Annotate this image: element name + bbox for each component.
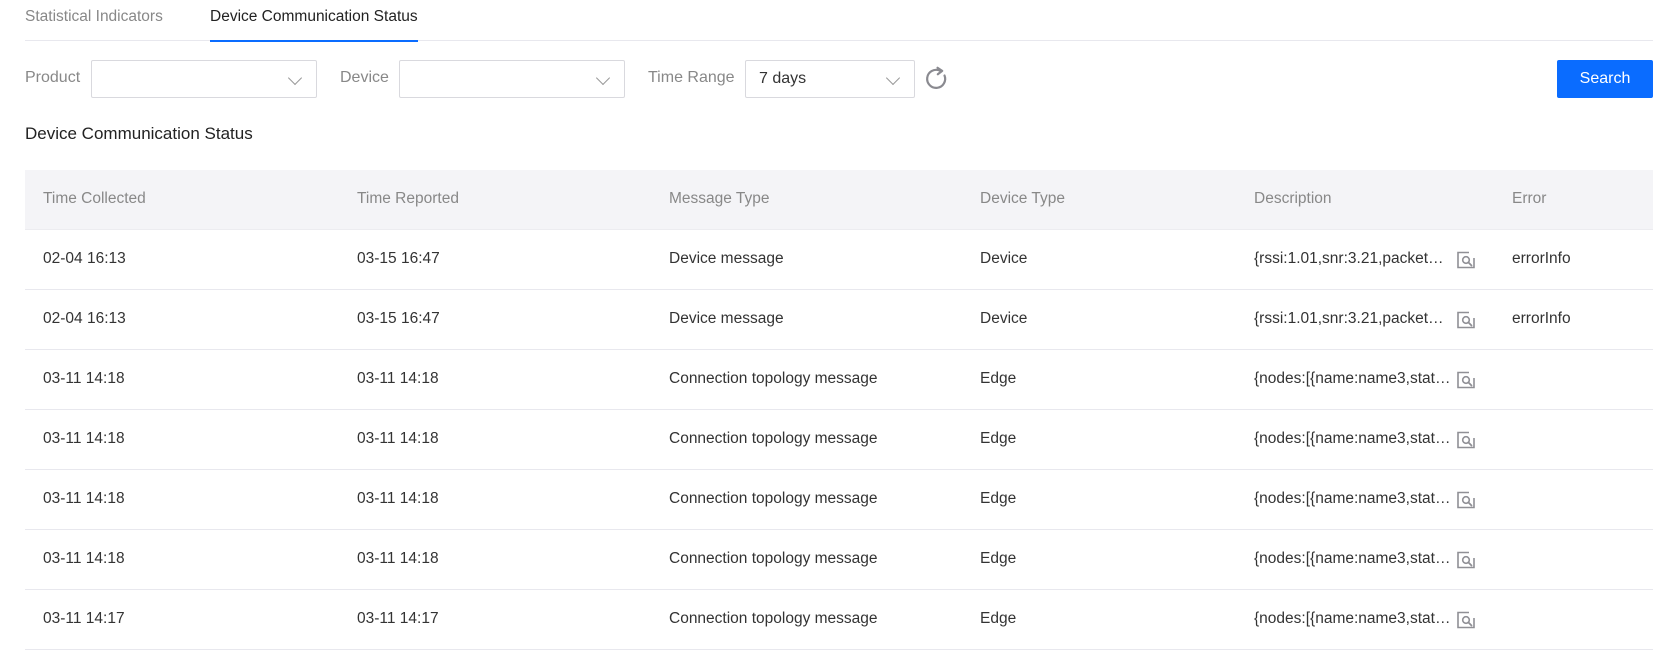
message-type-cell: Connection topology message — [669, 490, 878, 507]
column-header-time-collected: Time Collected — [43, 190, 146, 207]
message-type-cell: Connection topology message — [669, 550, 878, 567]
column-header-description: Description — [1254, 190, 1332, 207]
time-range-label: Time Range — [648, 69, 735, 86]
message-type-cell: Device message — [669, 250, 784, 267]
tab-statistical-indicators[interactable]: Statistical Indicators — [25, 8, 163, 41]
time-reported-cell: 03-11 14:18 — [357, 370, 439, 387]
table-row: 02-04 16:13 03-15 16:47 Device message Devi… — [25, 290, 1653, 350]
error-cell: errorInfo — [1512, 250, 1571, 267]
description-cell: {nodes:[{name:name3,status:1}]} — [1254, 610, 1452, 627]
device-type-cell: Edge — [980, 550, 1017, 567]
time-collected-cell: 03-11 14:17 — [43, 610, 125, 627]
time-reported-cell: 03-11 14:18 — [357, 490, 439, 507]
time-reported-cell: 03-15 16:47 — [357, 310, 440, 327]
time-range-select[interactable]: 7 days — [745, 60, 915, 98]
time-collected-cell: 03-11 14:18 — [43, 490, 125, 507]
communication-status-table: Time Collected Time Reported Message Typ… — [25, 170, 1653, 650]
message-type-cell: Device message — [669, 310, 784, 327]
device-type-cell: Edge — [980, 370, 1017, 387]
table-row: 03-11 14:18 03-11 14:18 Connection topolog… — [25, 530, 1653, 590]
error-cell: errorInfo — [1512, 310, 1571, 327]
description-cell: {nodes:[{name:name3,status:1}]} — [1254, 370, 1452, 387]
view-details-icon[interactable] — [1456, 551, 1476, 569]
view-details-icon[interactable] — [1456, 311, 1476, 329]
chevron-down-icon — [595, 70, 611, 86]
view-details-icon[interactable] — [1456, 611, 1476, 629]
chevron-down-icon — [287, 70, 303, 86]
table-header: Time Collected Time Reported Message Typ… — [25, 170, 1653, 230]
tab-device-communication-status[interactable]: Device Communication Status — [210, 8, 418, 42]
time-reported-cell: 03-11 14:17 — [357, 610, 439, 627]
column-header-time-reported: Time Reported — [357, 190, 459, 207]
time-collected-cell: 03-11 14:18 — [43, 550, 125, 567]
device-select[interactable] — [399, 60, 625, 98]
device-type-cell: Edge — [980, 610, 1017, 627]
time-reported-cell: 03-11 14:18 — [357, 550, 439, 567]
product-label: Product — [25, 69, 81, 86]
time-reported-cell: 03-11 14:18 — [357, 430, 439, 447]
chevron-down-icon — [885, 70, 901, 86]
description-cell: {nodes:[{name:name3,status:1}]} — [1254, 490, 1452, 507]
refresh-icon[interactable] — [923, 65, 951, 93]
table-row: 03-11 14:17 03-11 14:17 Connection topolog… — [25, 590, 1653, 650]
column-header-error: Error — [1512, 190, 1547, 207]
search-button[interactable]: Search — [1557, 60, 1653, 98]
device-label: Device — [340, 69, 389, 86]
tab-bar: Statistical Indicators Device Communicat… — [25, 0, 1653, 42]
view-details-icon[interactable] — [1456, 491, 1476, 509]
message-type-cell: Connection topology message — [669, 610, 878, 627]
time-reported-cell: 03-15 16:47 — [357, 250, 440, 267]
time-collected-cell: 03-11 14:18 — [43, 370, 125, 387]
filter-bar: Product Device Time Range 7 days Search — [25, 60, 1653, 98]
device-type-cell: Edge — [980, 430, 1017, 447]
device-type-cell: Edge — [980, 490, 1017, 507]
description-cell: {rssi:1.01,snr:3.21,packetLoss:0} — [1254, 250, 1452, 267]
table-body: 02-04 16:13 03-15 16:47 Device message Devi… — [25, 230, 1653, 650]
column-header-message-type: Message Type — [669, 190, 770, 207]
view-details-icon[interactable] — [1456, 431, 1476, 449]
device-type-cell: Device — [980, 310, 1028, 327]
time-range-value: 7 days — [759, 70, 807, 87]
table-row: 03-11 14:18 03-11 14:18 Connection topolog… — [25, 470, 1653, 530]
message-type-cell: Connection topology message — [669, 430, 878, 447]
table-row: 03-11 14:18 03-11 14:18 Connection topolog… — [25, 410, 1653, 470]
section-title: Device Communication Status — [25, 124, 253, 143]
time-collected-cell: 03-11 14:18 — [43, 430, 125, 447]
description-cell: {nodes:[{name:name3,status:1}]} — [1254, 550, 1452, 567]
table-row: 03-11 14:18 03-11 14:18 Connection topolog… — [25, 350, 1653, 410]
view-details-icon[interactable] — [1456, 371, 1476, 389]
time-collected-cell: 02-04 16:13 — [43, 250, 126, 267]
column-header-device-type: Device Type — [980, 190, 1066, 207]
description-cell: {nodes:[{name:name3,status:1}]} — [1254, 430, 1452, 447]
view-details-icon[interactable] — [1456, 251, 1476, 269]
product-select[interactable] — [91, 60, 317, 98]
table-row: 02-04 16:13 03-15 16:47 Device message Devi… — [25, 230, 1653, 290]
message-type-cell: Connection topology message — [669, 370, 878, 387]
description-cell: {rssi:1.01,snr:3.21,packetLoss:0} — [1254, 310, 1452, 327]
time-collected-cell: 02-04 16:13 — [43, 310, 126, 327]
device-type-cell: Device — [980, 250, 1028, 267]
